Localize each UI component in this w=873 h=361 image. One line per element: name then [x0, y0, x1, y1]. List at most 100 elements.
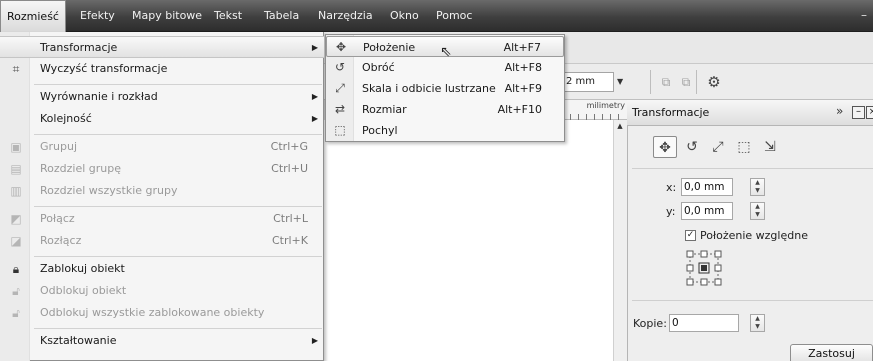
- menubar: Rozmieść Efekty Mapy bitowe Tekst Tabela…: [0, 0, 873, 32]
- lock-icon: 🔒︎: [12, 262, 20, 276]
- position-icon: ✥: [335, 40, 347, 54]
- menu-item-rozdziel-wszystkie[interactable]: ▥ Rozdziel wszystkie grupy: [0, 180, 324, 202]
- size-icon: ⇄: [334, 102, 346, 116]
- submenu-item-label: Pochyl: [362, 124, 398, 137]
- menu-item-label: Kolejność: [40, 112, 92, 125]
- menu-separator: [34, 134, 322, 135]
- menu-item-label: Rozdziel wszystkie grupy: [40, 184, 178, 197]
- submenu-item-label: Obróć: [362, 61, 395, 74]
- menu-tabela[interactable]: Tabela: [258, 0, 305, 32]
- x-spinner-icon[interactable]: ▲ ▼: [750, 178, 765, 196]
- scroll-up-arrow-icon[interactable]: ▲: [613, 122, 627, 134]
- chevron-down-icon[interactable]: ▼: [617, 72, 629, 92]
- submenu-item-skala[interactable]: ⤢ Skala i odbicie lustrzane Alt+F9: [326, 78, 564, 99]
- menu-okno[interactable]: Okno: [384, 0, 425, 32]
- apply-button[interactable]: Zastosuj: [790, 344, 873, 361]
- menu-item-label: Transformacje: [40, 41, 118, 54]
- menu-item-odblokuj[interactable]: 🔓︎ Odblokuj obiekt: [0, 280, 324, 302]
- menu-item-rozdziel-grupe[interactable]: ▤ Rozdziel grupę Ctrl+U: [0, 158, 324, 180]
- docker-close-button[interactable]: ×: [866, 106, 873, 119]
- menu-item-label: Kształtowanie: [40, 334, 117, 347]
- submenu-arrow-icon: ▶: [311, 114, 318, 123]
- menu-item-wyczysc-transformacje[interactable]: ⌗ Wyczyść transformacje: [0, 58, 324, 80]
- menu-label: Okno: [390, 9, 419, 22]
- menu-label: Mapy bitowe: [132, 9, 203, 22]
- ungroup-icon: ▤: [10, 162, 22, 176]
- rotate-tool-icon[interactable]: ↺: [680, 136, 704, 158]
- x-position-input[interactable]: 0,0 mm: [681, 178, 733, 196]
- skew-tool-icon[interactable]: ⇲: [758, 136, 782, 158]
- menu-item-label: Zablokuj obiekt: [40, 262, 125, 275]
- menu-mapy-bitowe[interactable]: Mapy bitowe: [126, 0, 208, 32]
- menu-item-shortcut: Ctrl+K: [271, 234, 308, 247]
- docker-minimize-button[interactable]: –: [852, 106, 865, 119]
- menu-item-wyrownanie[interactable]: Wyrównanie i rozkład ▶: [0, 86, 324, 108]
- docker-divider: [632, 300, 873, 301]
- nudge-distance-combo[interactable]: 2 mm: [562, 72, 614, 92]
- position-tool-icon[interactable]: ✥: [653, 136, 677, 158]
- copy-properties-icon[interactable]: ⧉: [656, 72, 676, 92]
- menu-separator: [34, 84, 322, 85]
- options-gear-icon[interactable]: ⚙: [704, 72, 724, 92]
- size-tool-icon[interactable]: ⬚: [732, 136, 756, 158]
- menu-label: Narzędzia: [318, 9, 373, 22]
- menu-label: Efekty: [80, 9, 115, 22]
- minimize-window-button[interactable]: –: [861, 0, 867, 32]
- menu-label: Tekst: [214, 9, 243, 22]
- menu-separator: [34, 328, 322, 329]
- copies-spinner-icon[interactable]: ▲ ▼: [750, 314, 765, 332]
- menu-narzedzia[interactable]: Narzędzia: [312, 0, 379, 32]
- menu-label: Pomoc: [436, 9, 473, 22]
- menu-label: Tabela: [264, 9, 300, 22]
- group-icon: ▣: [10, 140, 22, 154]
- menu-item-rozlacz[interactable]: ◪ Rozłącz Ctrl+K: [0, 230, 324, 252]
- menu-item-kolejnosc[interactable]: Kolejność ▶: [0, 108, 324, 130]
- menu-tekst[interactable]: Tekst: [208, 0, 248, 32]
- submenu-item-rozmiar[interactable]: ⇄ Rozmiar Alt+F10: [326, 99, 564, 120]
- submenu-arrow-icon: ▶: [311, 43, 318, 52]
- menu-separator: [34, 256, 322, 257]
- menu-item-label: Odblokuj wszystkie zablokowane obiekty: [40, 306, 265, 319]
- x-label: x:: [666, 181, 677, 194]
- vertical-scrollbar[interactable]: [613, 120, 627, 361]
- relative-position-checkbox[interactable]: ✓: [685, 230, 696, 241]
- y-position-input[interactable]: 0,0 mm: [681, 202, 733, 220]
- scale-tool-icon[interactable]: ⤢: [706, 136, 730, 158]
- unlock-all-icon: 🔓︎: [12, 306, 20, 320]
- menu-item-label: Grupuj: [40, 140, 78, 153]
- skew-icon: ⬚: [334, 123, 346, 137]
- menu-efekty[interactable]: Efekty: [74, 0, 121, 32]
- submenu-arrow-icon: ▶: [311, 92, 318, 101]
- menu-item-odblokuj-wszystkie[interactable]: 🔓︎ Odblokuj wszystkie zablokowane obiekt…: [0, 302, 324, 324]
- docker-expand-icon[interactable]: »: [836, 104, 843, 118]
- menu-item-transformacje[interactable]: Transformacje ▶: [0, 36, 324, 58]
- menu-item-label: Wyrównanie i rozkład: [40, 90, 158, 103]
- paste-properties-icon[interactable]: ⧉: [676, 72, 696, 92]
- anchor-point-grid[interactable]: [686, 250, 722, 286]
- copies-input[interactable]: 0: [669, 314, 739, 332]
- toolbar-divider: [696, 70, 697, 94]
- submenu-item-obroc[interactable]: ↺ Obróć Alt+F8: [326, 57, 564, 78]
- rotate-icon: ↺: [334, 60, 346, 74]
- menu-item-label: Wyczyść transformacje: [40, 62, 168, 75]
- menu-item-label: Rozłącz: [40, 234, 82, 247]
- drawing-canvas[interactable]: [322, 120, 627, 361]
- submenu-item-pochyl[interactable]: ⬚ Pochyl: [326, 120, 564, 141]
- toolbar-divider: [650, 70, 651, 94]
- submenu-item-shortcut: Alt+F9: [504, 82, 542, 95]
- menu-pomoc[interactable]: Pomoc: [430, 0, 478, 32]
- menu-item-ksztaltowanie[interactable]: Kształtowanie ▶: [0, 330, 324, 352]
- menu-rozmiesc[interactable]: Rozmieść: [0, 0, 66, 32]
- menu-label: Rozmieść: [7, 10, 59, 23]
- menu-item-polacz[interactable]: ◩ Połącz Ctrl+L: [0, 208, 324, 230]
- docker-title: Transformacje: [632, 106, 710, 119]
- scale-mirror-icon: ⤢: [335, 81, 345, 95]
- submenu-item-shortcut: Alt+F10: [497, 103, 542, 116]
- menu-item-grupuj[interactable]: ▣ Grupuj Ctrl+G: [0, 136, 324, 158]
- ruler-unit-label: milimetry: [586, 101, 625, 110]
- y-label: y:: [666, 205, 676, 218]
- y-spinner-icon[interactable]: ▲ ▼: [750, 202, 765, 220]
- submenu-item-shortcut: Alt+F7: [503, 41, 541, 54]
- menu-item-zablokuj[interactable]: 🔒︎ Zablokuj obiekt: [0, 258, 324, 280]
- ungroup-all-icon: ▥: [10, 184, 22, 198]
